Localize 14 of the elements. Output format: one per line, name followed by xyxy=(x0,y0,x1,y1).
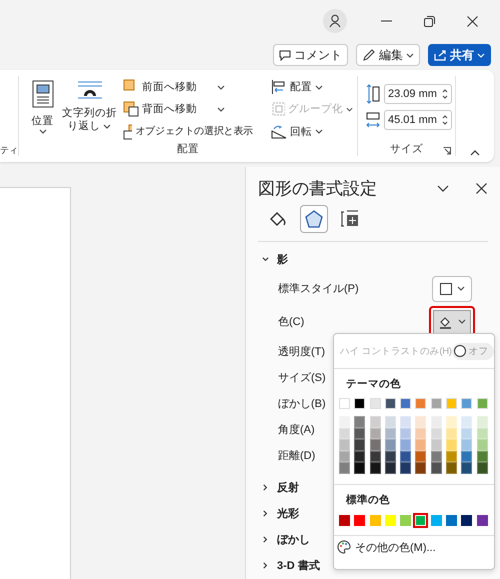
field-label: 角度(A) xyxy=(278,422,315,436)
ribbon-group-label: サイズ xyxy=(390,143,423,155)
section-heading: テーマの色 xyxy=(345,377,402,391)
high-contrast-label: ハイ コントラストのみ(H) xyxy=(340,344,452,358)
pane-title: 図形の書式設定 xyxy=(258,178,378,200)
field-label: サイズ(S) xyxy=(278,370,326,384)
field-label: 標準スタイル(P) xyxy=(278,282,359,296)
field-label: 色(C) xyxy=(278,315,304,329)
field-label: 距離(D) xyxy=(278,448,316,462)
field-label: ぼかし(B) xyxy=(278,396,326,410)
section-heading: 標準の色 xyxy=(344,492,391,507)
ribbon-group-label: ティ xyxy=(0,144,18,156)
ribbon-group-label: 配置 xyxy=(177,143,199,155)
field-label: 透明度(T) xyxy=(278,344,326,358)
